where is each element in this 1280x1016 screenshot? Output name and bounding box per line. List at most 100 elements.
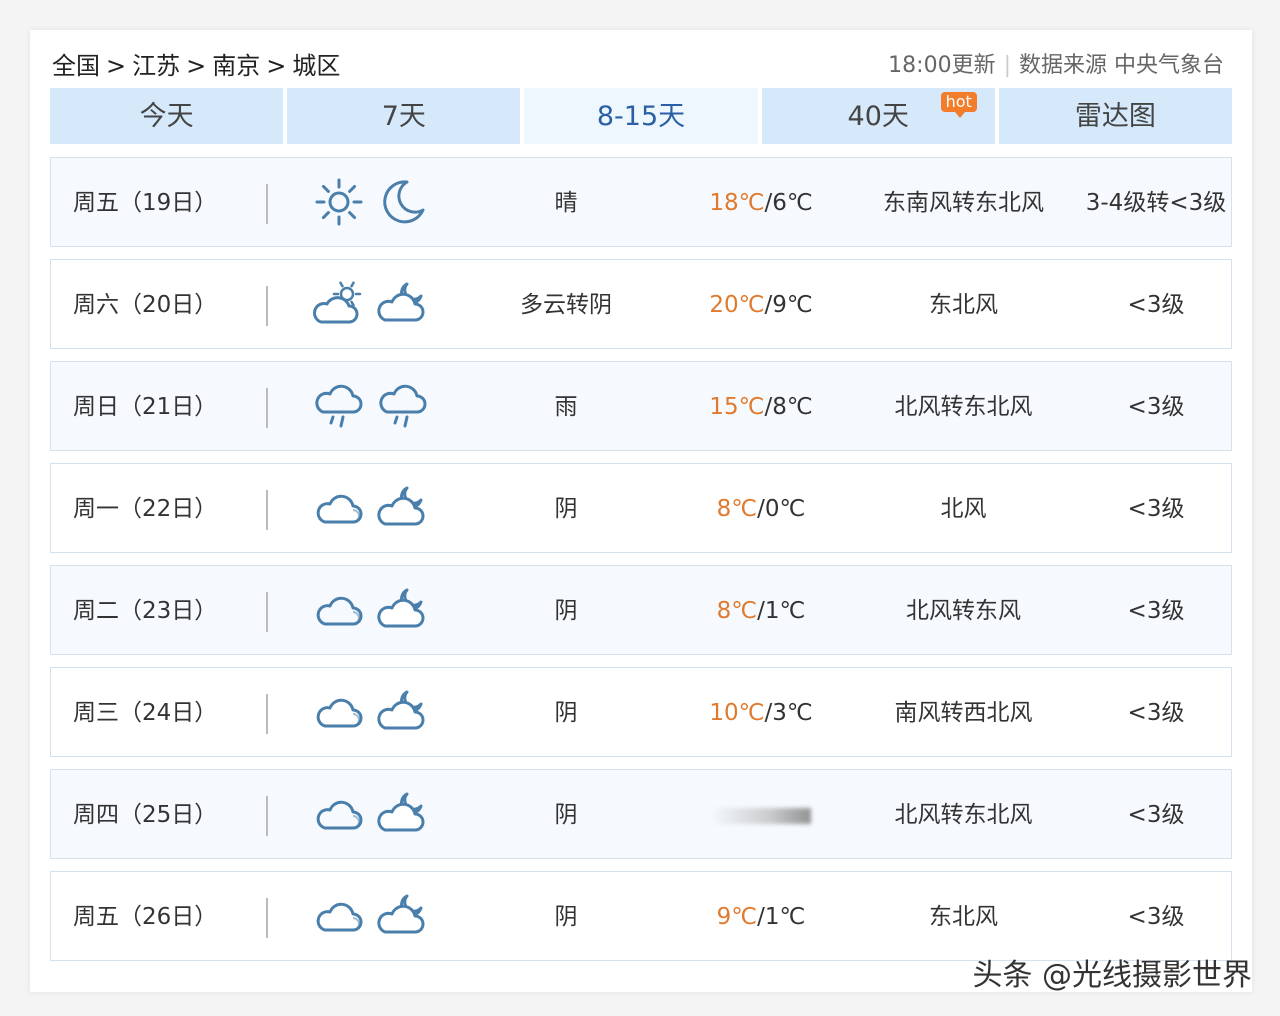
breadcrumb-item[interactable]: 南京 xyxy=(212,52,260,80)
wind-direction: 北风转东北风 xyxy=(894,802,1033,828)
low-temp: 1℃ xyxy=(764,904,806,930)
temperature: 15℃/8℃ xyxy=(709,394,813,420)
day-date: 周五（19日） xyxy=(73,190,218,216)
temperature: 9℃/1℃ xyxy=(716,904,806,930)
condition: 多云转阴 xyxy=(520,292,612,318)
breadcrumb: 全国 > 江苏 > 南京 > 城区 xyxy=(52,46,340,86)
tab-40-days[interactable]: 40天 hot xyxy=(761,88,995,144)
high-temp: 8℃ xyxy=(716,598,758,624)
cloudy-night-icon xyxy=(377,278,429,330)
day-date: 周三（24日） xyxy=(73,700,218,726)
forecast-row: 周一（22日） 阴 8℃/0℃ 北风 <3级 xyxy=(50,463,1232,553)
high-temp: 9℃ xyxy=(716,904,758,930)
weather-icons xyxy=(313,464,433,552)
breadcrumb-item[interactable]: 城区 xyxy=(292,52,340,80)
day-date: 周四（25日） xyxy=(73,802,218,828)
day-date: 周六（20日） xyxy=(73,292,218,318)
divider xyxy=(266,286,268,326)
temperature: 8℃/0℃ xyxy=(716,496,806,522)
weather-icons xyxy=(313,770,433,858)
cloudy-icon xyxy=(313,890,365,942)
divider xyxy=(266,796,268,836)
forecast-row: 周五（26日） 阴 9℃/1℃ 东北风 <3级 xyxy=(50,871,1232,961)
cloudy-night-icon xyxy=(377,788,429,840)
divider xyxy=(266,490,268,530)
low-temp: 3℃ xyxy=(772,700,813,726)
low-temp: 1℃ xyxy=(764,598,806,624)
cloudy-icon xyxy=(313,482,365,534)
tab-8-15-days[interactable]: 8-15天 xyxy=(524,88,758,144)
wind-direction: 东南风转东北风 xyxy=(883,190,1044,216)
breadcrumb-separator: > xyxy=(186,52,207,80)
forecast-row: 周二（23日） 阴 8℃/1℃ 北风转东风 <3级 xyxy=(50,565,1232,655)
weather-icons xyxy=(313,260,433,348)
source-info: 18:00更新 | 数据来源 中央气象台 xyxy=(888,46,1224,86)
forecast-row: 周四（25日） 阴 北风转东北风 <3级 xyxy=(50,769,1232,859)
cloudy-night-icon xyxy=(377,482,429,534)
rain-icon xyxy=(313,380,365,432)
condition: 晴 xyxy=(554,190,578,216)
sun-icon xyxy=(313,176,365,228)
watermark: 头条 @光线摄影世界 xyxy=(972,958,1252,993)
tab-today[interactable]: 今天 xyxy=(50,88,284,144)
temp-blurred xyxy=(711,807,811,824)
forecast-row: 周日（21日） 雨 15℃/8℃ 北风转东北风 <3级 xyxy=(50,361,1232,451)
day-date: 周日（21日） xyxy=(73,394,218,420)
partly-cloudy-icon xyxy=(313,278,365,330)
top-bar: 全国 > 江苏 > 南京 > 城区 18:00更新 | 数据来源 中央气象台 xyxy=(52,46,1232,86)
cloudy-night-icon xyxy=(377,686,429,738)
wind-direction: 东北风 xyxy=(929,292,998,318)
wind-level: <3级 xyxy=(1127,496,1185,522)
low-temp: 8℃ xyxy=(772,394,813,420)
rain-icon xyxy=(377,380,429,432)
wind-direction: 北风转东北风 xyxy=(894,394,1033,420)
divider xyxy=(266,184,268,224)
wind-level: <3级 xyxy=(1127,292,1185,318)
divider xyxy=(266,694,268,734)
day-date: 周一（22日） xyxy=(73,496,218,522)
condition: 阴 xyxy=(554,904,578,930)
forecast-row: 周六（20日） 多云转阴 20℃/9℃ 东北风 <3级 xyxy=(50,259,1232,349)
wind-direction: 东北风 xyxy=(929,904,998,930)
update-time: 18:00更新 xyxy=(888,53,996,78)
low-temp: 9℃ xyxy=(772,292,813,318)
breadcrumb-separator: > xyxy=(266,52,287,80)
temperature: 20℃/9℃ xyxy=(709,292,813,318)
high-temp: 20℃ xyxy=(709,292,765,318)
high-temp: 10℃ xyxy=(709,700,765,726)
cloudy-icon xyxy=(313,584,365,636)
tab-label: 40天 xyxy=(847,101,909,132)
day-date: 周五（26日） xyxy=(73,904,218,930)
breadcrumb-item[interactable]: 全国 xyxy=(52,52,100,80)
high-temp: 15℃ xyxy=(709,394,765,420)
divider xyxy=(266,898,268,938)
low-temp: 0℃ xyxy=(764,496,806,522)
wind-direction: 北风 xyxy=(940,496,987,522)
tab-7-days[interactable]: 7天 xyxy=(287,88,521,144)
cloudy-icon xyxy=(313,686,365,738)
breadcrumb-item[interactable]: 江苏 xyxy=(132,52,180,80)
tab-radar[interactable]: 雷达图 xyxy=(998,88,1233,144)
breadcrumb-separator: > xyxy=(106,52,127,80)
condition: 雨 xyxy=(554,394,578,420)
wind-level: <3级 xyxy=(1127,598,1185,624)
wind-level: <3级 xyxy=(1127,802,1185,828)
wind-level: 3-4级转<3级 xyxy=(1085,190,1227,216)
forecast-row: 周五（19日） 晴 18℃/6℃ 东南风转东北风 3-4级转<3级 xyxy=(50,157,1232,247)
forecast-list: 周五（19日） 晴 18℃/6℃ 东南风转东北风 3-4级转<3级 周六（20日… xyxy=(50,157,1232,973)
temperature: 10℃/3℃ xyxy=(709,700,813,726)
wind-level: <3级 xyxy=(1127,904,1185,930)
weather-icons xyxy=(313,362,433,450)
day-date: 周二（23日） xyxy=(73,598,218,624)
hot-badge: hot xyxy=(940,92,977,118)
wind-level: <3级 xyxy=(1127,394,1185,420)
temperature: 8℃/1℃ xyxy=(716,598,806,624)
cloudy-icon xyxy=(313,788,365,840)
wind-level: <3级 xyxy=(1127,700,1185,726)
condition: 阴 xyxy=(554,802,578,828)
weather-icons xyxy=(313,158,433,246)
weather-icons xyxy=(313,566,433,654)
data-source: 数据来源 中央气象台 xyxy=(1019,53,1224,78)
temperature xyxy=(681,770,841,858)
condition: 阴 xyxy=(554,496,578,522)
